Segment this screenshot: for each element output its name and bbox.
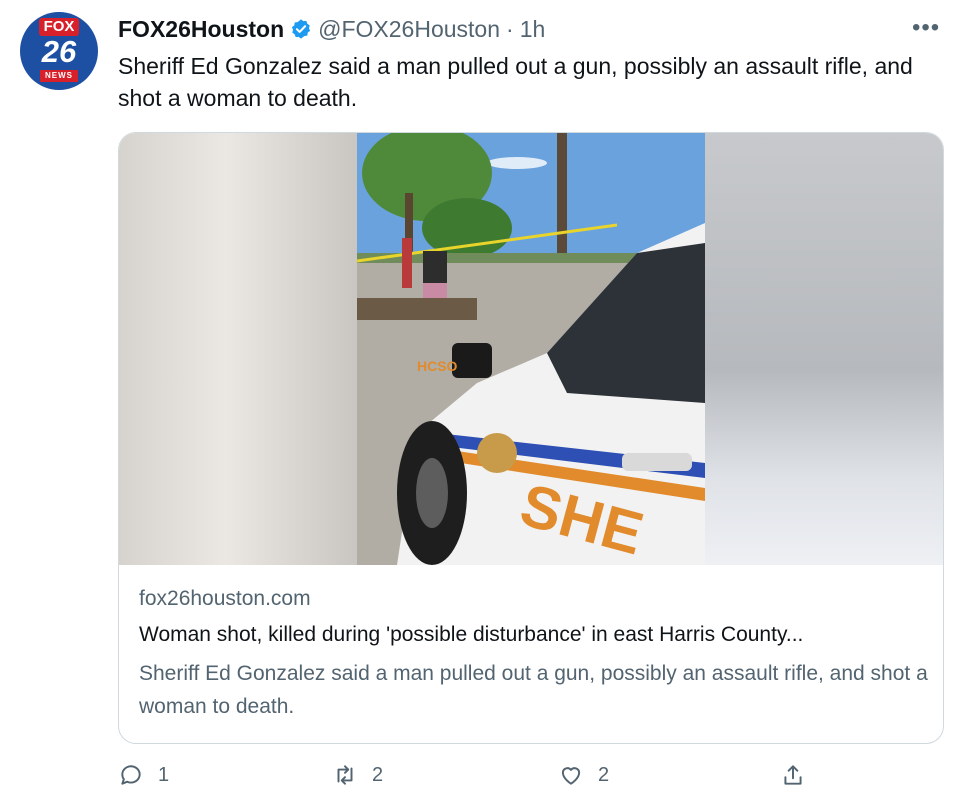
share-button[interactable] [780,762,820,788]
reply-button[interactable]: 1 [118,762,169,788]
timestamp[interactable]: 1h [520,16,546,43]
retweet-icon [337,765,353,785]
retweet-count: 2 [372,763,384,786]
avatar-number: 26 [41,34,77,69]
author-handle[interactable]: @FOX26Houston [318,16,500,43]
tweet-text: Sheriff Ed Gonzalez said a man pulled ou… [118,53,913,111]
vehicle-text: HCSO [417,358,458,374]
reply-icon [121,765,141,785]
verified-icon [292,19,311,39]
reply-count: 1 [158,763,170,786]
tweet-actions: 1 2 2 [118,762,942,798]
like-button[interactable]: 2 [558,762,609,788]
retweet-button[interactable]: 2 [332,762,383,788]
police-vehicle-photo: SHE HCSO [357,133,705,565]
share-icon [784,765,802,785]
card-image: SHE HCSO [119,133,943,565]
blurred-background-left [119,133,357,565]
avatar[interactable]: FOX 26 NEWS [20,12,98,90]
link-card[interactable]: SHE HCSO fox26houston.com Woman shot, ki… [118,132,944,744]
tweet-header: FOX26Houston @FOX26Houston · 1h [118,14,545,44]
like-count: 2 [598,763,610,786]
card-title: Woman shot, killed during 'possible dist… [139,623,804,646]
blurred-background-right [705,133,943,565]
more-icon[interactable]: ••• [912,14,940,42]
card-description: Sheriff Ed Gonzalez said a man pulled ou… [139,662,928,718]
author-name[interactable]: FOX26Houston [118,16,284,43]
avatar-news-label: NEWS [40,70,78,82]
separator-dot: · [506,15,514,42]
like-icon [561,767,581,785]
card-domain: fox26houston.com [139,587,311,610]
